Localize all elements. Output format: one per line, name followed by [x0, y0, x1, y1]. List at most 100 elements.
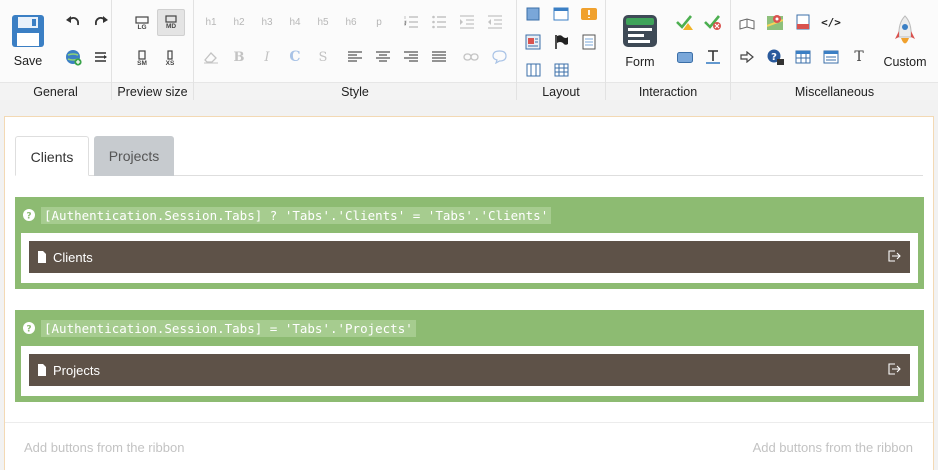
- grid-button[interactable]: [549, 58, 573, 82]
- eraser-button[interactable]: [199, 45, 223, 69]
- arrow-right-icon: [740, 51, 754, 63]
- validate-warning-button[interactable]: [673, 10, 697, 34]
- comment-icon: [491, 50, 507, 64]
- heading-h2-button[interactable]: h2: [227, 10, 251, 34]
- condition-block-clients[interactable]: ? [Authentication.Session.Tabs] ? 'Tabs'…: [15, 197, 924, 289]
- align-right-button[interactable]: [399, 45, 423, 69]
- square-icon: [526, 7, 540, 21]
- form-icon: [623, 15, 657, 47]
- ordered-list-button[interactable]: [399, 10, 423, 34]
- preview-xs-button[interactable]: XS: [157, 46, 183, 70]
- page-bar-projects[interactable]: Projects: [29, 354, 910, 386]
- tab-clients[interactable]: Clients: [15, 136, 89, 176]
- color-c-icon: C: [289, 49, 301, 65]
- group-interaction: Form Interaction: [606, 0, 731, 100]
- panel-button[interactable]: [549, 2, 573, 26]
- button-widget-button[interactable]: [673, 45, 697, 69]
- table-icon: [795, 50, 811, 64]
- eraser-icon: [204, 52, 218, 64]
- align-left-button[interactable]: [343, 45, 367, 69]
- form-button[interactable]: Form: [618, 12, 662, 72]
- strike-button[interactable]: S: [311, 45, 335, 69]
- device-lg-icon: [135, 15, 149, 24]
- exit-icon[interactable]: [888, 363, 902, 375]
- list-arrow-icon: [95, 52, 107, 62]
- custom-button[interactable]: Custom: [879, 12, 931, 72]
- group-label-style: Style: [194, 82, 516, 100]
- reorder-button[interactable]: [89, 45, 113, 69]
- flag-button[interactable]: [549, 30, 573, 54]
- text-button[interactable]: T: [847, 45, 871, 69]
- redo-button[interactable]: [89, 10, 113, 34]
- text-field-button[interactable]: [701, 45, 725, 69]
- group-label-preview-size: Preview size: [112, 82, 193, 100]
- page-bar-clients[interactable]: Clients: [29, 241, 910, 273]
- group-general: Save General: [0, 0, 112, 100]
- device-xs-icon: [167, 49, 173, 60]
- footer-hint-left[interactable]: Add buttons from the ribbon: [24, 440, 184, 455]
- italic-icon: I: [264, 49, 270, 65]
- book-button[interactable]: [735, 12, 759, 36]
- preview-md-label: MD: [165, 23, 177, 30]
- help-button[interactable]: ?: [763, 45, 787, 69]
- rocket-icon: [895, 15, 915, 44]
- preview-md-button[interactable]: MD: [157, 9, 185, 36]
- exit-icon[interactable]: [888, 250, 902, 262]
- validate-error-button[interactable]: [701, 10, 725, 34]
- data-table-button[interactable]: [791, 45, 815, 69]
- window-icon: [553, 7, 569, 21]
- page-icon: [38, 251, 46, 263]
- bullet-list-button[interactable]: [427, 10, 451, 34]
- group-label-layout: Layout: [517, 82, 605, 100]
- list-view-button[interactable]: [819, 45, 843, 69]
- book-icon: [739, 18, 755, 30]
- outdent-button[interactable]: [483, 10, 507, 34]
- undo-button[interactable]: [61, 10, 85, 34]
- preview-sm-button[interactable]: SM: [129, 46, 155, 70]
- map-button[interactable]: [763, 10, 787, 34]
- indent-button[interactable]: [455, 10, 479, 34]
- comment-button[interactable]: [487, 45, 511, 69]
- image-list-button[interactable]: [521, 30, 545, 54]
- heading-h6-button[interactable]: h6: [339, 10, 363, 34]
- container-button[interactable]: [521, 2, 545, 26]
- strike-s-icon: S: [318, 49, 328, 65]
- map-icon: [767, 15, 783, 30]
- align-center-button[interactable]: [371, 45, 395, 69]
- device-sm-icon: [138, 49, 146, 60]
- condition-header: ? [Authentication.Session.Tabs] = 'Tabs'…: [23, 318, 416, 338]
- condition-expression: [Authentication.Session.Tabs] = 'Tabs'.'…: [41, 319, 416, 337]
- preview-sm-label: SM: [137, 59, 147, 67]
- group-label-general: General: [0, 82, 111, 100]
- custom-label: Custom: [883, 55, 927, 69]
- condition-header: ? [Authentication.Session.Tabs] ? 'Tabs'…: [23, 205, 552, 225]
- code-button[interactable]: </>: [819, 10, 843, 34]
- condition-block-projects[interactable]: ? [Authentication.Session.Tabs] = 'Tabs'…: [15, 310, 924, 402]
- link-button[interactable]: [459, 45, 483, 69]
- alert-button[interactable]: [577, 2, 601, 26]
- redirect-button[interactable]: [735, 45, 759, 69]
- italic-button[interactable]: I: [255, 45, 279, 69]
- grid-icon: [554, 63, 568, 77]
- ordered-list-icon: [404, 16, 418, 28]
- paragraph-button[interactable]: p: [367, 10, 391, 34]
- floppy-disk-icon: [12, 15, 44, 47]
- heading-h1-button[interactable]: h1: [199, 10, 223, 34]
- footer-hint-right[interactable]: Add buttons from the ribbon: [753, 440, 913, 455]
- align-justify-button[interactable]: [427, 45, 451, 69]
- svg-text:?: ?: [771, 52, 777, 63]
- bold-button[interactable]: B: [227, 45, 251, 69]
- heading-h5-button[interactable]: h5: [311, 10, 335, 34]
- tab-projects[interactable]: Projects: [94, 136, 174, 176]
- preview-lg-button[interactable]: LG: [129, 11, 155, 35]
- globe-add-button[interactable]: [61, 45, 85, 69]
- print-page-button[interactable]: [577, 30, 601, 54]
- columns-button[interactable]: [521, 58, 545, 82]
- save-button[interactable]: Save: [6, 10, 50, 72]
- heading-h4-button[interactable]: h4: [283, 10, 307, 34]
- heading-h3-button[interactable]: h3: [255, 10, 279, 34]
- color-button[interactable]: C: [283, 45, 307, 69]
- document-button[interactable]: [791, 10, 815, 34]
- outdent-icon: [488, 15, 502, 29]
- page-bar-label: Projects: [53, 362, 100, 378]
